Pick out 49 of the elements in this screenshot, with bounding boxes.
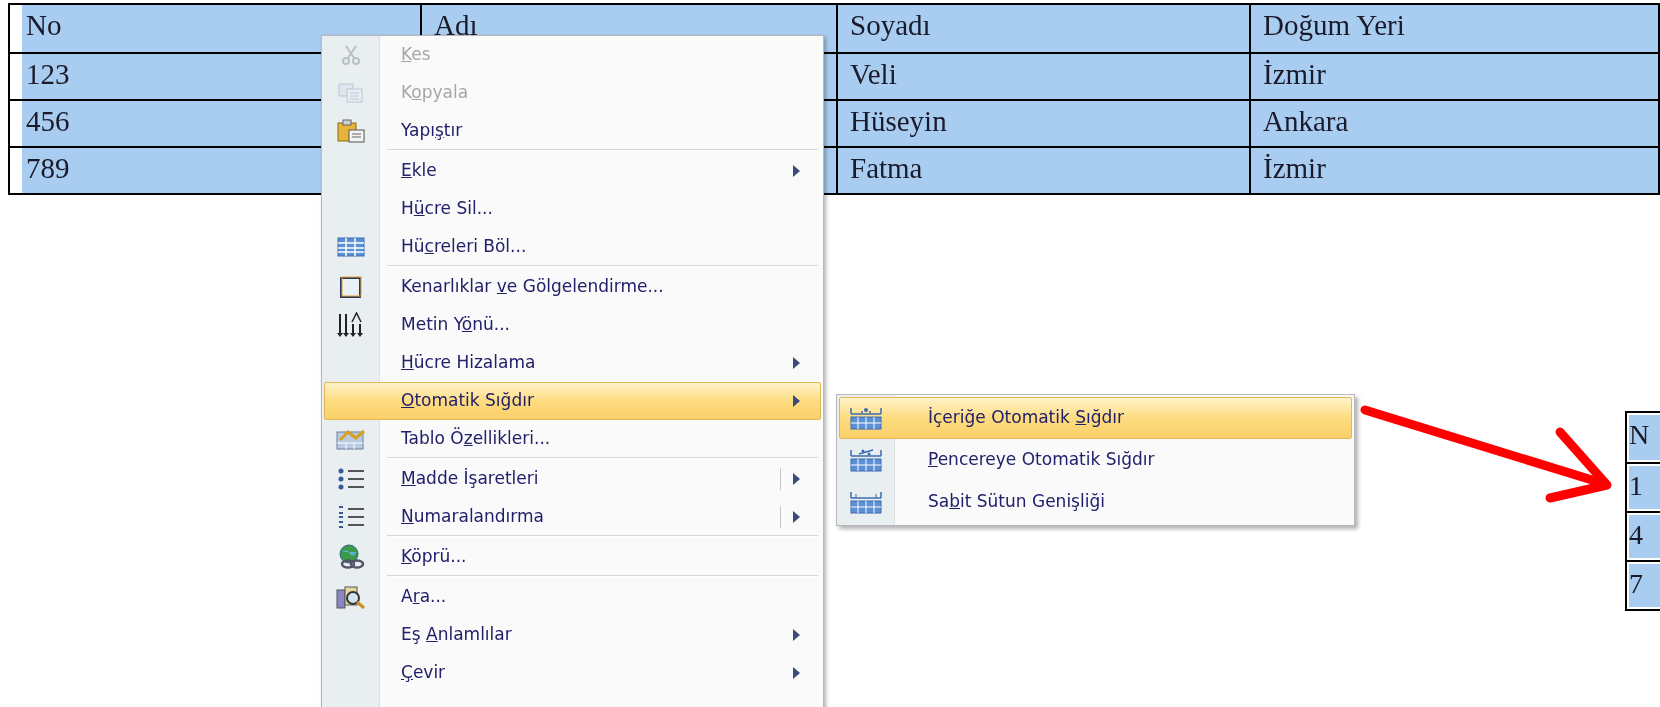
table-cell: Fatma [838,146,1251,193]
submenu-arrow-icon [793,473,800,485]
border-icon [339,275,363,299]
submenu-arrow-icon [793,629,800,641]
submenu-arrow-icon [793,357,800,369]
menu-item[interactable]: Sabit Sütun Genişliği [839,481,1352,523]
table-cell: Ankara [1251,99,1658,146]
table-cell: İzmir [1251,146,1658,193]
menu-item[interactable]: Metin Yönü... [324,306,821,344]
menu-item[interactable]: Numaralandırma [324,498,821,536]
submenu-arrow-icon [793,511,800,523]
table-properties-icon [336,428,366,450]
table-cell: Veli [838,52,1251,99]
menu-item[interactable]: Tablo Özellikleri... [324,420,821,458]
table-cell: 1 [1627,462,1660,511]
menu-item[interactable]: Köprü... [324,538,821,576]
fixed-width-icon [850,490,882,514]
column-header: Doğum Yeri [1251,5,1658,52]
menu-item[interactable]: Çevir [324,654,821,692]
scissors-icon [340,44,362,66]
menu-item[interactable]: Kenarlıklar ve Gölgelendirme... [324,268,821,306]
submenu-arrow-icon [793,667,800,679]
globe-link-icon [336,544,366,570]
menu-item[interactable]: Ara... [324,578,821,616]
table-cell: 4 [1627,511,1660,560]
table-cell: Hüseyin [838,99,1251,146]
column-header: Soyadı [838,5,1251,52]
table-icon [337,237,365,257]
menu-item[interactable]: İçeriğe Otomatik Sığdır [839,397,1352,439]
submenu-arrow-icon [793,395,800,407]
autofit-window-icon [850,448,882,472]
clipboard-icon [337,119,365,143]
copy-icon [338,83,364,103]
magnifier-icon [336,584,366,610]
table-cell: N [1627,413,1660,462]
menu-item[interactable]: Hücreleri Böl... [324,228,821,266]
table-cell: 7 [1627,560,1660,609]
menu-item[interactable]: Pencereye Otomatik Sığdır [839,439,1352,481]
menu-item[interactable]: Hücre Hizalama [324,344,821,382]
bullet-list-icon [337,467,365,491]
table-cell: İzmir [1251,52,1658,99]
menu-item[interactable]: Otomatik Sığdır [324,382,821,420]
autofit-contents-icon [850,406,882,430]
menu-item[interactable]: Madde İşaretleri [324,460,821,498]
numbered-list-icon [337,505,365,529]
submenu-arrow-icon [793,165,800,177]
menu-item[interactable]: Eş Anlamlılar [324,616,821,654]
text-direction-icon [337,312,365,338]
menu-item[interactable]: Hücre Sil... [324,190,821,228]
